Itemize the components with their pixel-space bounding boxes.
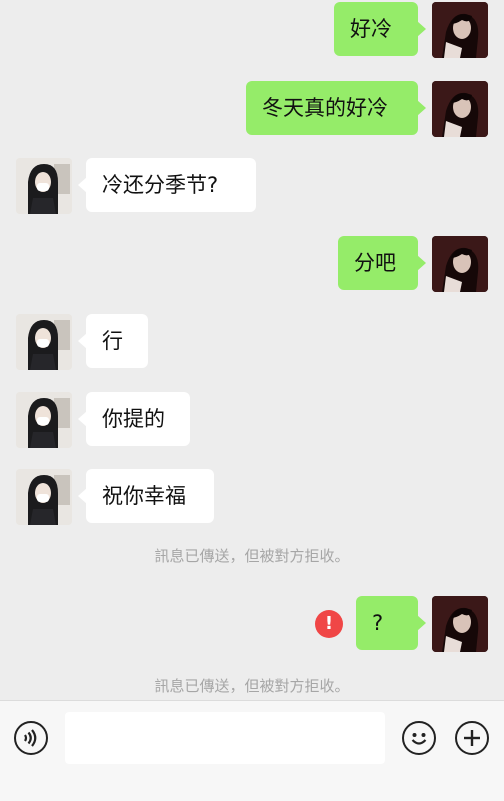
my-avatar-image <box>432 81 488 137</box>
voice-icon <box>24 729 37 747</box>
contact-avatar[interactable] <box>16 158 72 214</box>
contact-avatar-image <box>16 469 72 525</box>
emoji-icon <box>411 733 427 745</box>
voice-button[interactable] <box>14 721 48 755</box>
more-button[interactable] <box>455 721 489 755</box>
message-row: 冬天真的好冷 <box>0 79 504 137</box>
my-avatar[interactable] <box>432 81 488 137</box>
message-row: 行 <box>0 312 504 370</box>
my-avatar[interactable] <box>432 236 488 292</box>
message-row: 你提的 <box>0 390 504 448</box>
my-avatar[interactable] <box>432 2 488 58</box>
chat-area: 好冷 冬天真的好冷 冷还分季节? 分吧 行 你提的 祝你幸福 訊息已傳送，但被對… <box>0 0 504 700</box>
send-failed-icon[interactable]: ! <box>315 610 343 638</box>
contact-message-bubble[interactable]: 行 <box>78 314 148 368</box>
my-message-bubble[interactable]: 分吧 <box>338 236 426 290</box>
contact-avatar-image <box>16 158 72 214</box>
my-avatar[interactable] <box>432 596 488 652</box>
message-input[interactable] <box>65 712 385 764</box>
contact-avatar[interactable] <box>16 392 72 448</box>
contact-message-bubble[interactable]: 冷还分季节? <box>78 158 256 212</box>
rejected-notice: 訊息已傳送，但被對方拒收。 <box>154 547 350 565</box>
contact-avatar[interactable] <box>16 314 72 370</box>
my-avatar-image <box>432 2 488 58</box>
my-avatar-image <box>432 596 488 652</box>
message-row: 好冷 <box>0 0 504 58</box>
my-message-bubble[interactable]: 冬天真的好冷 <box>246 81 426 135</box>
message-row: 祝你幸福 <box>0 467 504 525</box>
my-avatar-image <box>432 236 488 292</box>
message-row: 冷还分季节? <box>0 156 504 214</box>
input-bar <box>0 700 504 801</box>
contact-message-bubble[interactable]: 你提的 <box>78 392 190 446</box>
contact-avatar-image <box>16 314 72 370</box>
my-message-bubble[interactable]: 好冷 <box>334 2 426 56</box>
my-message-bubble[interactable]: ? <box>356 596 426 650</box>
contact-message-bubble[interactable]: 祝你幸福 <box>78 469 214 523</box>
message-row: 分吧 <box>0 234 504 292</box>
rejected-notice: 訊息已傳送，但被對方拒收。 <box>154 677 350 695</box>
contact-avatar[interactable] <box>16 469 72 525</box>
contact-avatar-image <box>16 392 72 448</box>
plus-icon <box>464 730 480 746</box>
emoji-button[interactable] <box>402 721 436 755</box>
message-row: ! ? <box>0 592 504 654</box>
